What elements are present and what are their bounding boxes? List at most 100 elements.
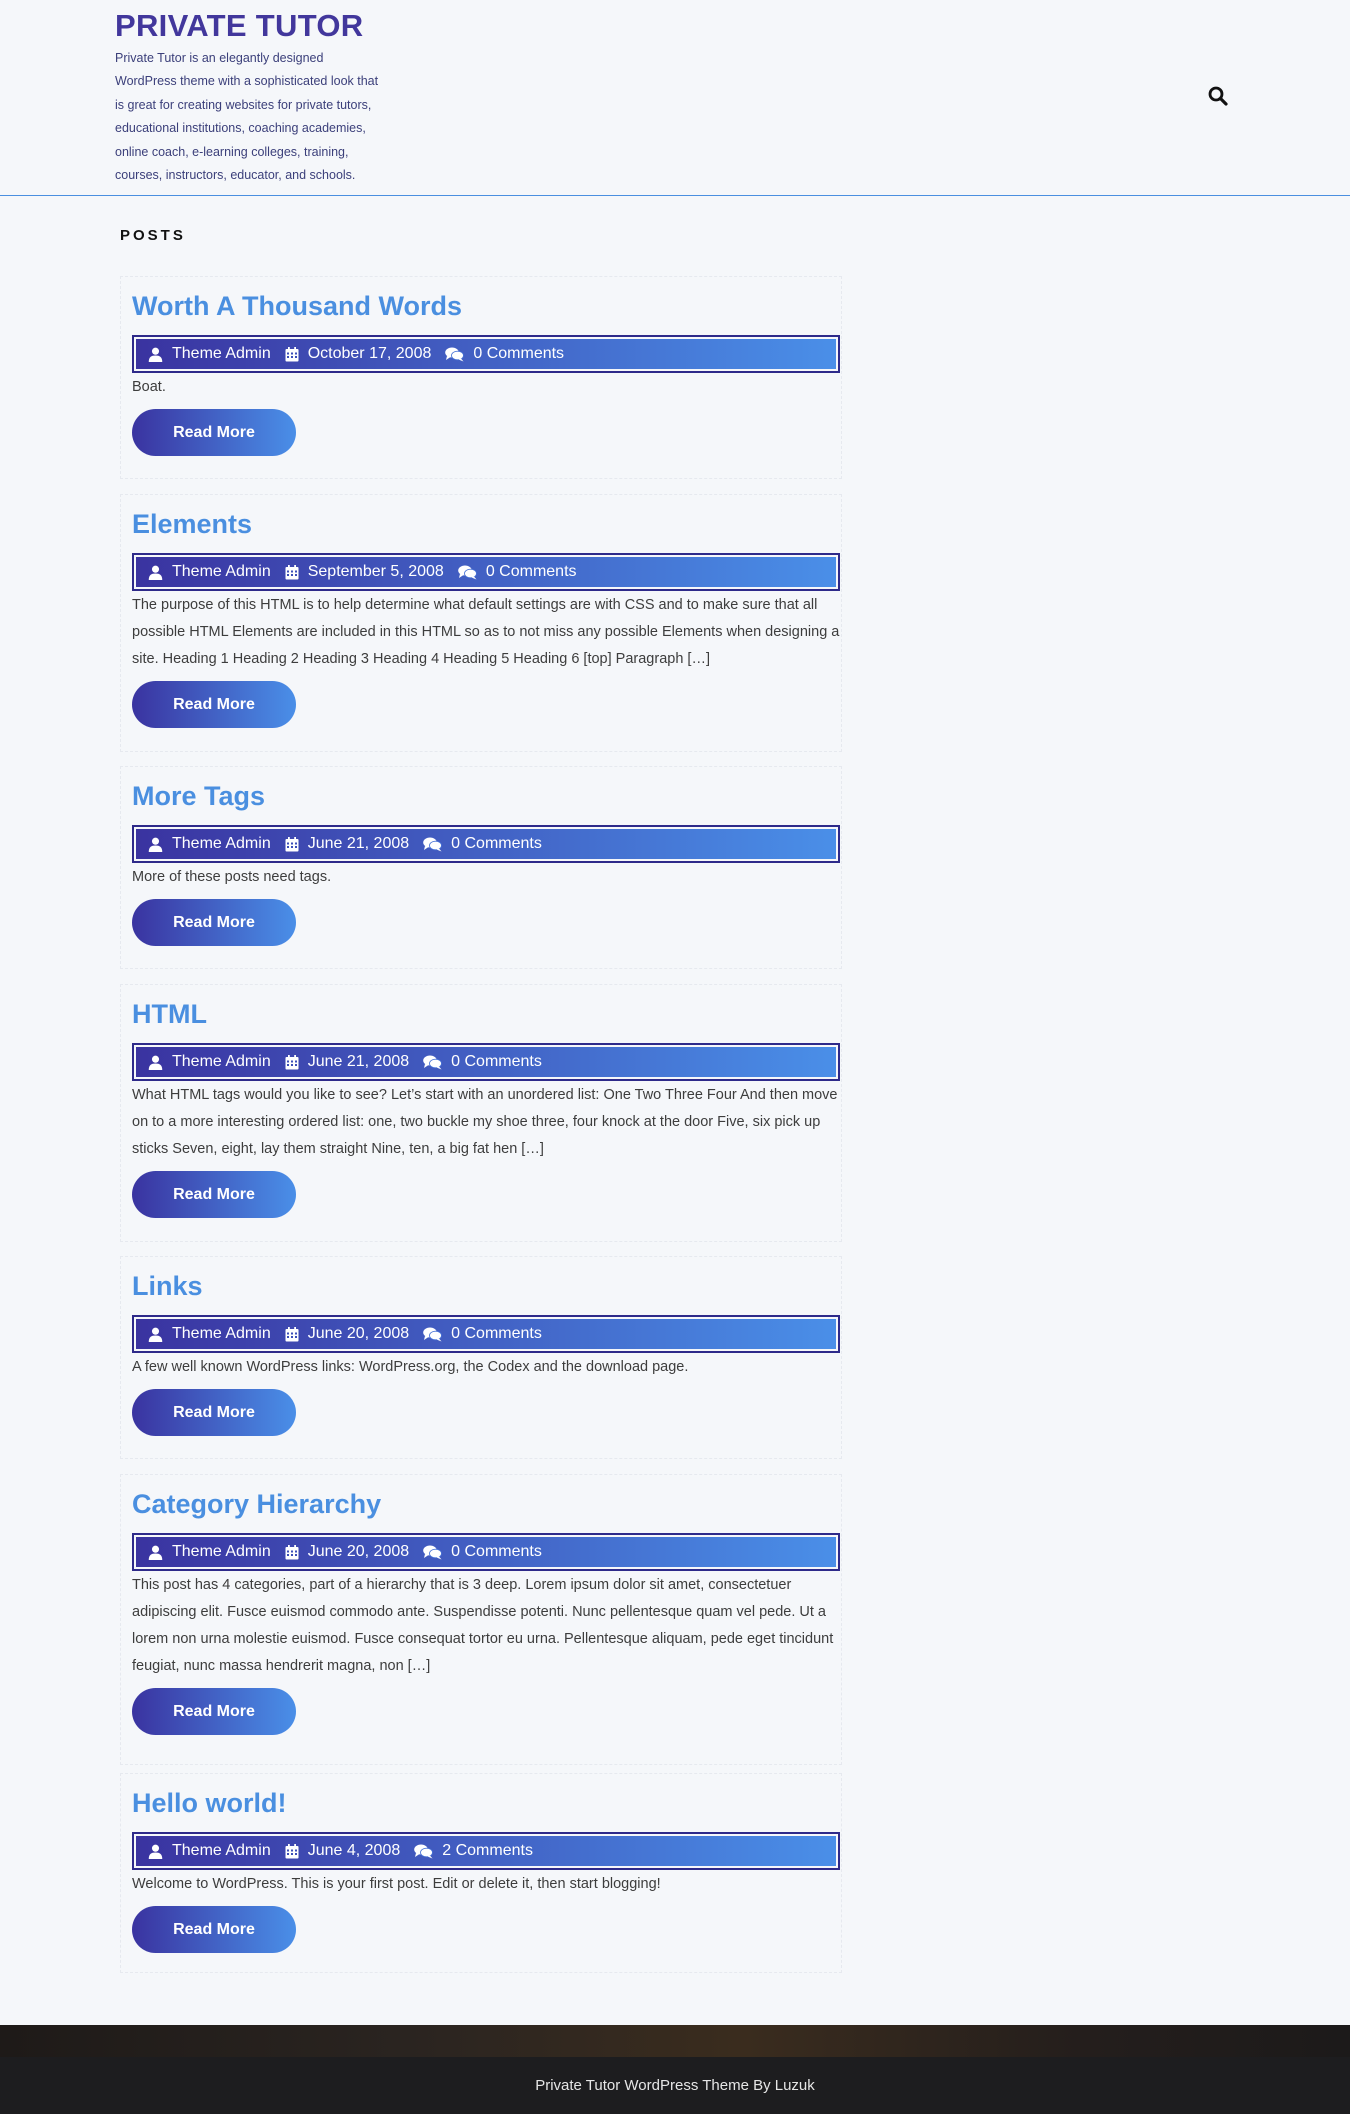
read-more-button[interactable]: Read More bbox=[132, 1171, 296, 1218]
post-comments[interactable]: 0 Comments bbox=[423, 1543, 542, 1561]
post-card: Hello world! Theme Admin June 4, 2008 2 Com… bbox=[120, 1773, 842, 1973]
post-excerpt: What HTML tags would you like to see? Le… bbox=[132, 1087, 838, 1157]
calendar-icon bbox=[285, 1054, 299, 1069]
post-date-label: June 21, 2008 bbox=[307, 1053, 410, 1070]
post-excerpt: The purpose of this HTML is to help dete… bbox=[132, 597, 840, 667]
read-more-button[interactable]: Read More bbox=[132, 1906, 296, 1953]
post-date-label: June 20, 2008 bbox=[307, 1325, 410, 1342]
post-excerpt: This post has 4 categories, part of a hi… bbox=[132, 1577, 834, 1674]
user-icon bbox=[148, 1844, 163, 1859]
post-author-label: Theme Admin bbox=[172, 1543, 271, 1560]
post-author-label: Theme Admin bbox=[172, 345, 271, 362]
post-author-label: Theme Admin bbox=[172, 835, 271, 852]
post-author-label: Theme Admin bbox=[172, 563, 271, 580]
post-comments-label: 0 Comments bbox=[473, 345, 565, 362]
user-icon bbox=[148, 1545, 163, 1560]
post-date-label: June 4, 2008 bbox=[307, 1842, 401, 1859]
post-card: Worth A Thousand Words Theme Admin October… bbox=[120, 276, 842, 479]
user-icon bbox=[148, 347, 163, 362]
read-more-button[interactable]: Read More bbox=[132, 899, 296, 946]
calendar-icon bbox=[285, 564, 299, 579]
read-more-button[interactable]: Read More bbox=[132, 409, 296, 456]
post-date-label: June 21, 2008 bbox=[307, 835, 410, 852]
post-comments[interactable]: 0 Comments bbox=[423, 835, 542, 853]
post-comments-label: 0 Comments bbox=[451, 1325, 542, 1342]
post-comments[interactable]: 0 Comments bbox=[423, 1325, 542, 1343]
post-title[interactable]: Worth A Thousand Words bbox=[132, 291, 462, 322]
search-button[interactable] bbox=[1208, 86, 1232, 110]
post-comments[interactable]: 2 Comments bbox=[414, 1842, 533, 1860]
post-title[interactable]: Category Hierarchy bbox=[132, 1489, 381, 1520]
post-comments-label: 0 Comments bbox=[485, 563, 577, 580]
footer-banner bbox=[0, 2025, 1350, 2057]
post-excerpt: Boat. bbox=[132, 379, 166, 395]
read-more-button[interactable]: Read More bbox=[132, 1688, 296, 1735]
post-author-label: Theme Admin bbox=[172, 1842, 271, 1859]
post-meta: Theme Admin June 21, 2008 0 Comments bbox=[132, 825, 840, 863]
post-comments[interactable]: 0 Comments bbox=[458, 563, 577, 581]
calendar-icon bbox=[285, 346, 299, 361]
post-date[interactable]: June 20, 2008 bbox=[285, 1543, 409, 1561]
post-author[interactable]: Theme Admin bbox=[148, 1325, 271, 1343]
calendar-icon bbox=[285, 1544, 299, 1559]
post-date-label: September 5, 2008 bbox=[307, 563, 444, 580]
post-date[interactable]: June 21, 2008 bbox=[285, 1053, 409, 1071]
calendar-icon bbox=[285, 1326, 299, 1341]
site-title[interactable]: PRIVATE TUTOR bbox=[115, 8, 363, 44]
post-meta: Theme Admin October 17, 2008 0 Comments bbox=[132, 335, 840, 373]
comments-icon bbox=[423, 1327, 443, 1341]
post-author[interactable]: Theme Admin bbox=[148, 1543, 271, 1561]
post-comments[interactable]: 0 Comments bbox=[423, 1053, 542, 1071]
post-comments-label: 0 Comments bbox=[451, 1543, 542, 1560]
comments-icon bbox=[414, 1844, 434, 1858]
post-excerpt: A few well known WordPress links: WordPr… bbox=[132, 1359, 689, 1375]
comments-icon bbox=[423, 1545, 443, 1559]
post-date[interactable]: June 20, 2008 bbox=[285, 1325, 409, 1343]
post-comments-label: 0 Comments bbox=[451, 1053, 542, 1070]
post-excerpt: More of these posts need tags. bbox=[132, 869, 332, 885]
post-author-label: Theme Admin bbox=[172, 1053, 271, 1070]
post-date[interactable]: September 5, 2008 bbox=[285, 563, 444, 581]
post-card: Elements Theme Admin September 5, 2008 0 Co… bbox=[120, 494, 842, 752]
post-comments-label: 0 Comments bbox=[451, 835, 542, 852]
read-more-button[interactable]: Read More bbox=[132, 1389, 296, 1436]
calendar-icon bbox=[285, 836, 299, 851]
post-date[interactable]: October 17, 2008 bbox=[285, 345, 431, 363]
post-excerpt: Welcome to WordPress. This is your first… bbox=[132, 1876, 661, 1892]
user-icon bbox=[148, 1327, 163, 1342]
site-footer: Private Tutor WordPress Theme By Luzuk bbox=[0, 2057, 1350, 2114]
post-card: Links Theme Admin June 20, 2008 0 Comments A… bbox=[120, 1256, 842, 1459]
post-date-label: June 20, 2008 bbox=[307, 1543, 410, 1560]
post-author[interactable]: Theme Admin bbox=[148, 1842, 271, 1860]
post-author[interactable]: Theme Admin bbox=[148, 1053, 271, 1071]
post-title[interactable]: Hello world! bbox=[132, 1788, 287, 1819]
post-title[interactable]: Links bbox=[132, 1271, 203, 1302]
comments-icon bbox=[423, 837, 443, 851]
post-author[interactable]: Theme Admin bbox=[148, 345, 271, 363]
post-title[interactable]: HTML bbox=[132, 999, 207, 1030]
post-card: HTML Theme Admin June 21, 2008 0 Comments Wh… bbox=[120, 984, 842, 1242]
user-icon bbox=[148, 837, 163, 852]
comments-icon bbox=[458, 565, 477, 579]
comments-icon bbox=[445, 347, 465, 361]
site-header: PRIVATE TUTOR Private Tutor is an elegan… bbox=[0, 0, 1350, 196]
post-comments[interactable]: 0 Comments bbox=[445, 345, 564, 363]
post-date[interactable]: June 4, 2008 bbox=[285, 1842, 401, 1860]
user-icon bbox=[148, 1055, 163, 1070]
site-description: Private Tutor is an elegantly designed W… bbox=[115, 51, 379, 183]
post-title[interactable]: More Tags bbox=[132, 781, 265, 812]
footer-credit: Private Tutor WordPress Theme By Luzuk bbox=[535, 2077, 815, 2094]
post-author[interactable]: Theme Admin bbox=[148, 563, 271, 581]
user-icon bbox=[148, 565, 163, 580]
post-meta: Theme Admin June 21, 2008 0 Comments bbox=[132, 1043, 840, 1081]
post-card: More Tags Theme Admin June 21, 2008 0 Comme… bbox=[120, 766, 842, 969]
post-author-label: Theme Admin bbox=[172, 1325, 271, 1342]
read-more-button[interactable]: Read More bbox=[132, 681, 296, 728]
calendar-icon bbox=[285, 1843, 299, 1858]
post-comments-label: 2 Comments bbox=[442, 1842, 533, 1859]
post-title[interactable]: Elements bbox=[132, 509, 252, 540]
comments-icon bbox=[423, 1055, 443, 1069]
post-meta: Theme Admin June 20, 2008 0 Comments bbox=[132, 1533, 840, 1571]
post-date[interactable]: June 21, 2008 bbox=[285, 835, 409, 853]
post-author[interactable]: Theme Admin bbox=[148, 835, 271, 853]
